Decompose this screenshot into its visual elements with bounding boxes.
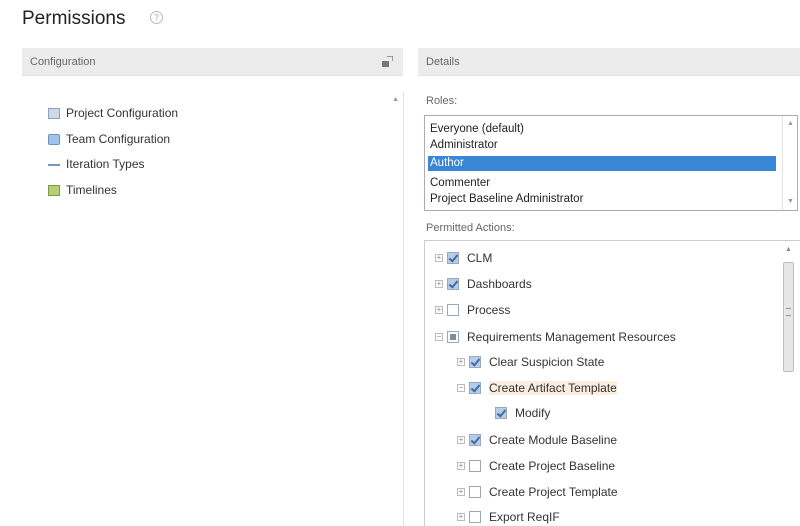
collapse-icon[interactable]: − <box>457 384 465 392</box>
tree-node-label: Create Project Baseline <box>489 459 616 473</box>
nav-item-label: Timelines <box>66 183 117 197</box>
tree-node-dashboards[interactable]: + Dashboards <box>435 273 532 295</box>
tree-node-modify[interactable]: Modify <box>495 402 550 424</box>
collapse-panel-icon[interactable] <box>381 56 393 68</box>
project-config-icon <box>48 107 60 119</box>
tree-node-label: Create Project Template <box>489 485 618 499</box>
tree-node-requirements-management[interactable]: − Requirements Management Resources <box>435 326 676 348</box>
permission-checkbox[interactable] <box>469 382 481 394</box>
collapse-icon[interactable]: − <box>435 333 443 341</box>
configuration-nav: ▲ Project Configuration Team Configurati… <box>22 92 404 526</box>
nav-item-team-configuration[interactable]: Team Configuration <box>48 130 170 148</box>
details-header: Details <box>418 48 800 76</box>
tree-node-clm[interactable]: + CLM <box>435 247 492 269</box>
tree-node-label: Modify <box>515 406 551 420</box>
permission-checkbox[interactable] <box>447 278 459 290</box>
tree-node-clear-suspicion[interactable]: + Clear Suspicion State <box>457 351 604 373</box>
scroll-down-icon[interactable]: ▼ <box>787 198 794 205</box>
tree-node-create-project-baseline[interactable]: + Create Project Baseline <box>457 455 615 477</box>
role-option[interactable]: Everyone (default) <box>428 122 776 137</box>
permission-checkbox[interactable] <box>469 460 481 472</box>
expand-icon[interactable]: + <box>435 280 443 288</box>
roles-listbox[interactable]: Everyone (default) Administrator Author … <box>424 115 798 211</box>
tree-node-process[interactable]: + Process <box>435 299 510 321</box>
permission-checkbox[interactable] <box>469 511 481 523</box>
nav-item-iteration-types[interactable]: Iteration Types <box>48 155 145 173</box>
permission-checkbox[interactable] <box>469 356 481 368</box>
nav-item-project-configuration[interactable]: Project Configuration <box>48 104 178 122</box>
scroll-up-icon[interactable]: ▲ <box>392 96 399 103</box>
permission-checkbox[interactable] <box>469 486 481 498</box>
expand-icon[interactable]: + <box>457 358 465 366</box>
scrollbar-thumb[interactable] <box>783 262 794 372</box>
tree-node-label: Export ReqIF <box>489 510 560 524</box>
nav-item-label: Iteration Types <box>66 157 145 171</box>
actions-scrollbar[interactable]: ▲ <box>778 246 800 526</box>
tree-node-export-reqif[interactable]: + Export ReqIF <box>457 506 560 526</box>
iteration-types-icon <box>48 159 60 170</box>
roles-scrollbar[interactable]: ▲ ▼ <box>782 116 797 210</box>
tree-node-label: Requirements Management Resources <box>467 330 676 344</box>
tree-node-create-project-template[interactable]: + Create Project Template <box>457 481 618 503</box>
expand-icon[interactable]: + <box>435 306 443 314</box>
help-icon[interactable]: ? <box>150 11 163 24</box>
scroll-up-icon[interactable]: ▲ <box>787 120 794 127</box>
expand-icon[interactable]: + <box>457 436 465 444</box>
page-title: Permissions <box>22 8 126 29</box>
role-option-selected[interactable]: Author <box>428 156 776 171</box>
tree-node-label: Create Artifact Template <box>489 381 617 395</box>
expand-icon[interactable]: + <box>457 488 465 496</box>
nav-item-label: Project Configuration <box>66 106 179 120</box>
configuration-header-label: Configuration <box>30 56 96 68</box>
configuration-header: Configuration <box>22 48 403 76</box>
permission-checkbox[interactable] <box>447 304 459 316</box>
permission-checkbox[interactable] <box>469 434 481 446</box>
role-option[interactable]: Project Baseline Administrator <box>428 192 776 207</box>
role-option[interactable]: Administrator <box>428 138 776 153</box>
timelines-icon <box>48 184 60 196</box>
nav-item-label: Team Configuration <box>66 132 171 146</box>
role-option[interactable]: Commenter <box>428 176 776 191</box>
tree-node-label: Clear Suspicion State <box>489 355 605 369</box>
tree-node-label: CLM <box>467 251 493 265</box>
permission-checkbox[interactable] <box>447 331 459 343</box>
scrollbar-grip-icon <box>786 308 791 316</box>
permission-checkbox[interactable] <box>447 252 459 264</box>
permitted-actions-label: Permitted Actions: <box>426 222 515 234</box>
tree-node-create-module-baseline[interactable]: + Create Module Baseline <box>457 429 617 451</box>
tree-node-label: Create Module Baseline <box>489 433 618 447</box>
permission-checkbox[interactable] <box>495 407 507 419</box>
permitted-actions-tree: + CLM + Dashboards + Process − Requireme… <box>424 240 800 526</box>
nav-item-timelines[interactable]: Timelines <box>48 181 117 199</box>
tree-node-create-artifact-template[interactable]: − Create Artifact Template <box>457 377 617 399</box>
expand-icon[interactable]: + <box>457 462 465 470</box>
tree-node-label: Process <box>467 303 511 317</box>
expand-icon[interactable]: + <box>457 513 465 521</box>
team-config-icon <box>48 133 60 145</box>
scroll-up-icon[interactable]: ▲ <box>785 246 792 253</box>
roles-label: Roles: <box>426 95 458 107</box>
tree-node-label: Dashboards <box>467 277 532 291</box>
details-header-label: Details <box>426 56 460 68</box>
expand-icon[interactable]: + <box>435 254 443 262</box>
